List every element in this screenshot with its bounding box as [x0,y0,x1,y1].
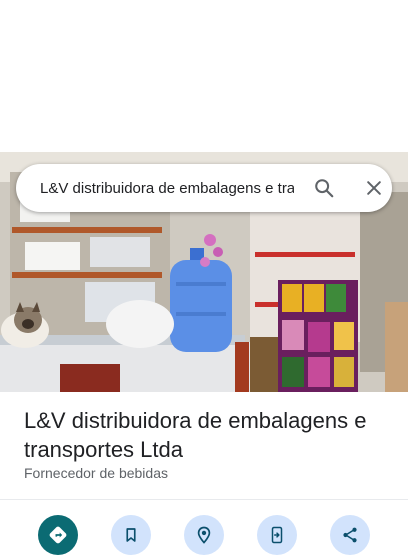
send-to-phone-icon [271,526,283,544]
nearby-button[interactable] [184,515,224,555]
share-icon [343,527,357,543]
directions-icon [49,526,67,544]
directions-button[interactable] [38,515,78,555]
close-icon [367,181,381,195]
divider [0,499,408,500]
place-title: L&V distribuidora de embalagens e transp… [24,408,367,462]
save-button[interactable] [111,515,151,555]
bookmark-icon [126,528,136,542]
share-button[interactable] [330,515,370,555]
action-bar [0,515,408,555]
clear-search-button[interactable] [356,170,392,206]
search-button[interactable] [306,170,342,206]
place-category: Fornecedor de bebidas [24,465,168,481]
search-bar[interactable]: L&V distribuidora de embalagens e transp… [16,164,392,212]
search-icon [315,179,334,198]
send-to-phone-button[interactable] [257,515,297,555]
search-query-text[interactable]: L&V distribuidora de embalagens e transp… [40,180,294,197]
nearby-icon [197,526,211,544]
